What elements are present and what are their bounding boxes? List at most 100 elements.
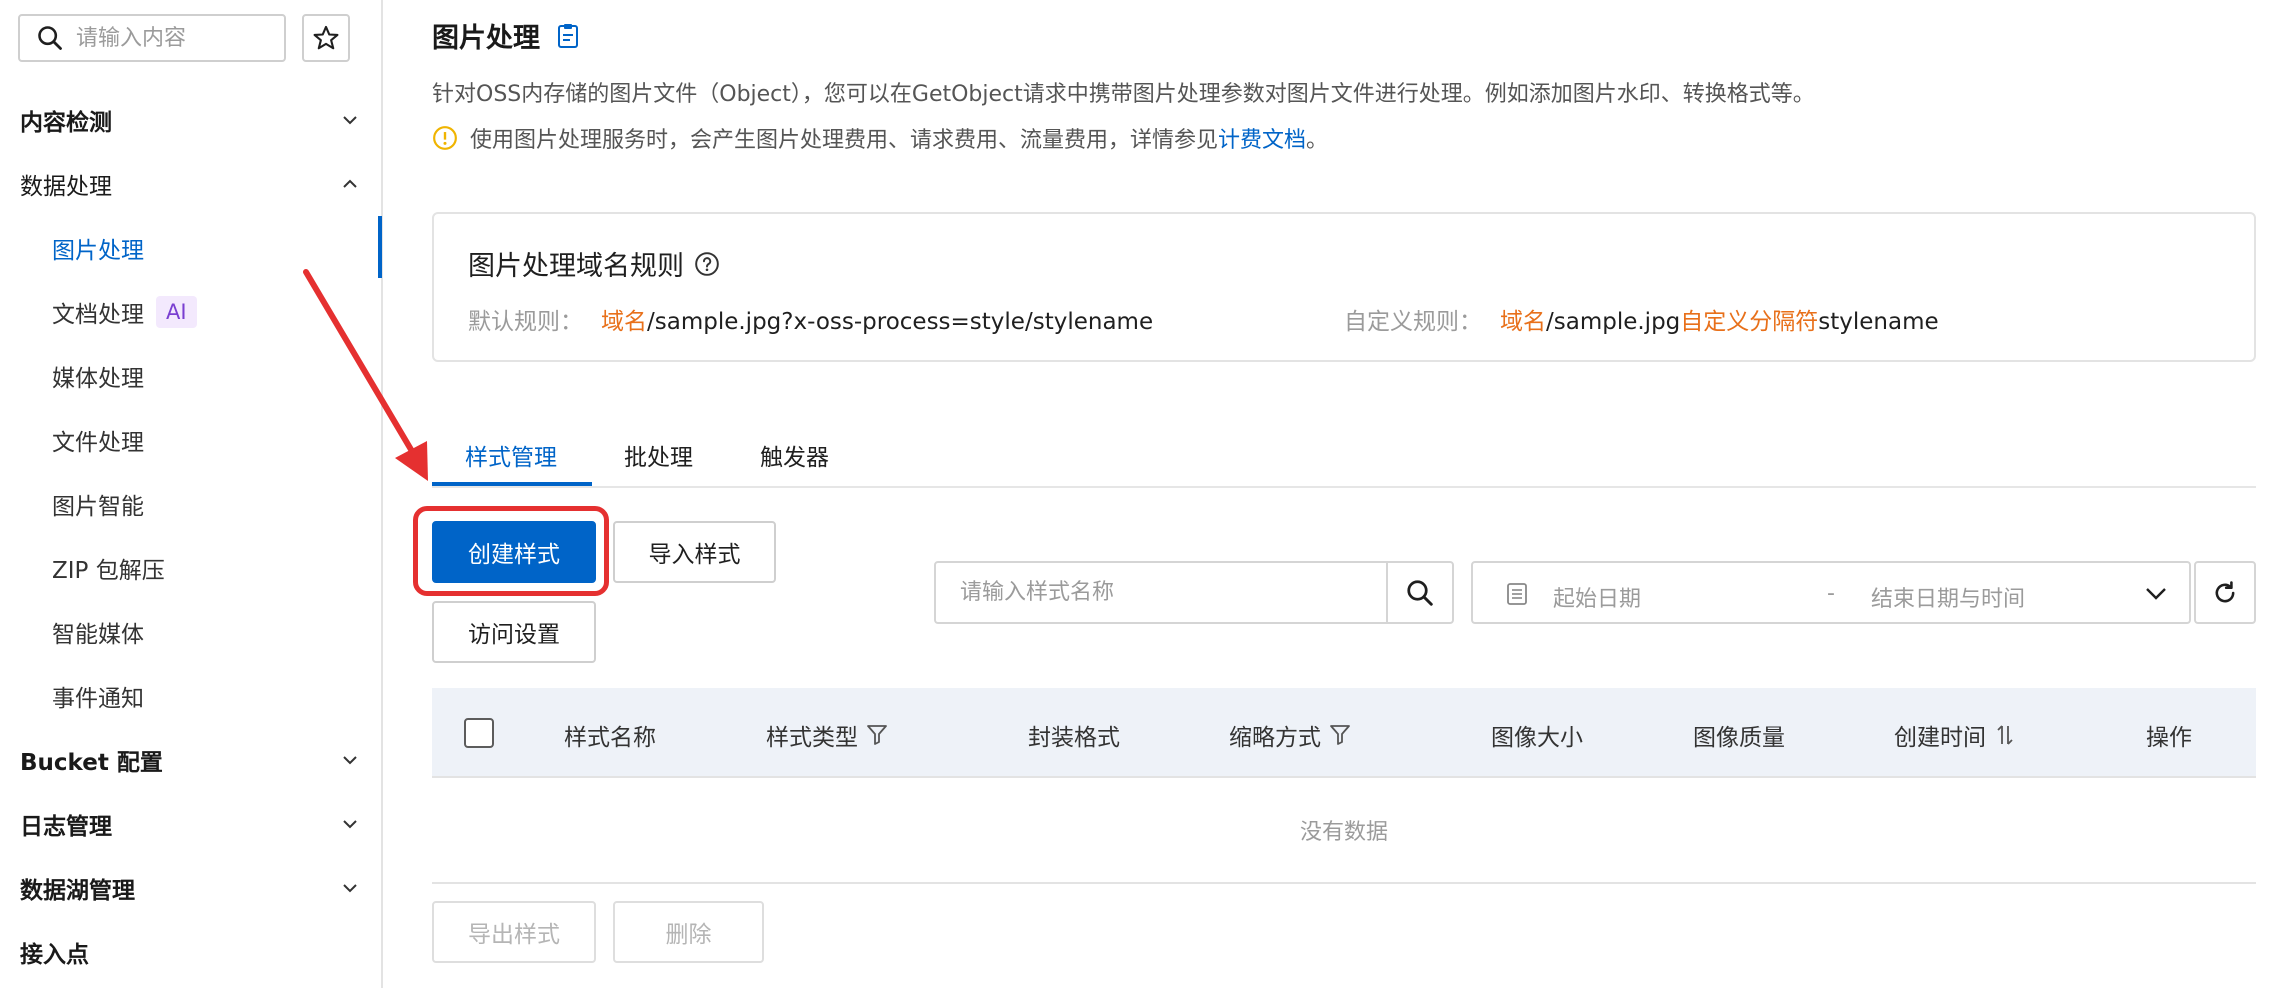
filter-icon[interactable] [866, 723, 888, 747]
tab-label: 触发器 [760, 445, 829, 471]
help-icon[interactable] [694, 251, 720, 277]
sidebar-item-intelligent-media[interactable]: 智能媒体 [52, 612, 144, 652]
tab-style-management[interactable]: 样式管理 [465, 432, 557, 488]
billing-notice: 使用图片处理服务时，会产生图片处理费用、请求费用、流量费用，详情参见 计费文档。 [432, 122, 1328, 154]
end-date-placeholder[interactable]: 结束日期与时间 [1871, 581, 2025, 613]
select-all-checkbox[interactable] [464, 718, 494, 748]
create-style-button[interactable]: 创建样式 [432, 521, 596, 583]
start-date-placeholder[interactable]: 起始日期 [1553, 581, 1641, 613]
sidebar-group-log-management[interactable]: 日志管理 [20, 804, 360, 844]
sidebar-group-label: 数据湖管理 [20, 878, 135, 904]
column-label: 创建时间 [1894, 725, 1986, 751]
notice-text: 使用图片处理服务时，会产生图片处理费用、请求费用、流量费用，详情参见 [470, 128, 1219, 153]
sidebar-item-media-processing[interactable]: 媒体处理 [52, 356, 144, 396]
sidebar-group-content-detection[interactable]: 内容检测 [20, 100, 360, 140]
active-tab-underline [432, 482, 592, 486]
custom-rule-suffix: stylename [1818, 309, 1939, 335]
date-range-picker[interactable]: 起始日期 - 结束日期与时间 [1471, 561, 2191, 624]
custom-rule-label: 自定义规则： [1344, 309, 1482, 335]
chevron-down-icon [2146, 588, 2166, 600]
sidebar-item-document-processing[interactable]: 文档处理 AI [52, 292, 197, 332]
delete-button[interactable]: 删除 [613, 901, 764, 963]
refresh-button[interactable] [2194, 561, 2256, 624]
sidebar-item-image-processing[interactable]: 图片处理 [52, 228, 144, 268]
chevron-down-icon [343, 116, 357, 125]
rule-card-title: 图片处理域名规则 [468, 244, 720, 283]
sidebar-group-access-point[interactable]: 接入点 [20, 932, 360, 972]
column-package-format: 封装格式 [1028, 718, 1120, 752]
column-label: 图像大小 [1491, 725, 1583, 751]
domain-rule-card: 图片处理域名规则 默认规则： 域名/sample.jpg?x-oss-proces… [432, 212, 2256, 362]
active-indicator [378, 216, 382, 278]
table-header: 样式名称 样式类型 封装格式 缩略方式 图像大小 图像质量 创建时间 操作 [432, 688, 2256, 778]
default-rule-path: /sample.jpg?x-oss-process=style/stylenam… [647, 309, 1154, 335]
search-icon [1407, 579, 1433, 606]
import-style-button[interactable]: 导入样式 [613, 521, 776, 583]
sidebar-item-zip-decompress[interactable]: ZIP 包解压 [52, 548, 165, 588]
sidebar-item-image-intelligence[interactable]: 图片智能 [52, 484, 144, 524]
sidebar-item-label: 智能媒体 [52, 622, 144, 648]
default-rule: 默认规则： 域名/sample.jpg?x-oss-process=style/s… [468, 302, 1153, 336]
sidebar-item-file-processing[interactable]: 文件处理 [52, 420, 144, 460]
billing-doc-link[interactable]: 计费文档 [1218, 122, 1306, 154]
warning-icon [433, 126, 457, 150]
column-style-name: 样式名称 [564, 718, 656, 752]
notice-end: 。 [1306, 128, 1329, 153]
sidebar-item-label: 文件处理 [52, 430, 144, 456]
column-style-type: 样式类型 [766, 718, 888, 752]
sidebar-item-label: 文档处理 [52, 302, 144, 328]
column-label: 样式名称 [564, 725, 656, 751]
sidebar-item-label: 图片智能 [52, 494, 144, 520]
column-created-time: 创建时间 [1894, 718, 2016, 752]
chevron-down-icon [343, 884, 357, 893]
sidebar-group-label: 日志管理 [20, 814, 112, 840]
rule-card-title-text: 图片处理域名规则 [468, 251, 684, 282]
column-label: 缩略方式 [1229, 725, 1321, 751]
favorite-button[interactable] [302, 14, 350, 62]
export-style-button[interactable]: 导出样式 [432, 901, 596, 963]
sidebar-search-field[interactable] [76, 25, 266, 51]
column-label: 样式类型 [766, 725, 858, 751]
column-image-quality: 图像质量 [1693, 718, 1785, 752]
sidebar-item-event-notification[interactable]: 事件通知 [52, 676, 144, 716]
sidebar-item-label: 事件通知 [52, 686, 144, 712]
column-image-size: 图像大小 [1491, 718, 1583, 752]
custom-rule-path: /sample.jpg [1546, 309, 1681, 335]
ai-badge: AI [156, 296, 197, 328]
sidebar-item-label: 媒体处理 [52, 366, 144, 392]
column-thumbnail-mode: 缩略方式 [1229, 718, 1351, 752]
default-rule-domain: 域名 [601, 309, 647, 335]
column-actions: 操作 [2146, 718, 2192, 752]
date-range-separator: - [1827, 581, 1835, 606]
refresh-icon [2215, 580, 2235, 602]
sidebar-group-bucket-config[interactable]: Bucket 配置 [20, 740, 360, 780]
style-search-button[interactable] [1386, 563, 1452, 622]
filter-icon[interactable] [1329, 723, 1351, 747]
sidebar-group-data-lake[interactable]: 数据湖管理 [20, 868, 360, 908]
sidebar-search-input[interactable] [18, 14, 286, 62]
clipboard-icon[interactable] [556, 23, 580, 49]
sidebar: 内容检测 数据处理 图片处理 文档处理 AI 媒体处理 文件处理 图片智能 ZI… [0, 0, 383, 988]
sidebar-group-data-processing[interactable]: 数据处理 [20, 164, 360, 204]
tab-trigger[interactable]: 触发器 [760, 432, 829, 488]
custom-rule-separator: 自定义分隔符 [1680, 309, 1819, 335]
custom-rule: 自定义规则： 域名/sample.jpg自定义分隔符stylename [1344, 302, 1939, 336]
tab-batch-processing[interactable]: 批处理 [624, 432, 693, 488]
column-label: 图像质量 [1693, 725, 1785, 751]
chevron-down-icon [343, 820, 357, 829]
sort-icon[interactable] [1994, 723, 2016, 747]
sidebar-group-label: 数据处理 [20, 174, 112, 200]
custom-rule-domain: 域名 [1500, 309, 1546, 335]
tab-bar: 样式管理 批处理 触发器 [432, 432, 2256, 488]
tab-label: 批处理 [624, 445, 693, 471]
sidebar-item-label: 图片处理 [52, 238, 144, 264]
empty-state: 没有数据 [432, 778, 2256, 884]
access-settings-button[interactable]: 访问设置 [432, 601, 596, 663]
search-icon [38, 26, 62, 50]
style-name-input[interactable] [936, 563, 1386, 622]
tab-label: 样式管理 [465, 445, 557, 471]
calendar-icon [1507, 583, 1527, 605]
page-title-text: 图片处理 [432, 23, 540, 54]
sidebar-item-label: ZIP 包解压 [52, 558, 165, 584]
sidebar-group-label: 接入点 [20, 942, 89, 968]
